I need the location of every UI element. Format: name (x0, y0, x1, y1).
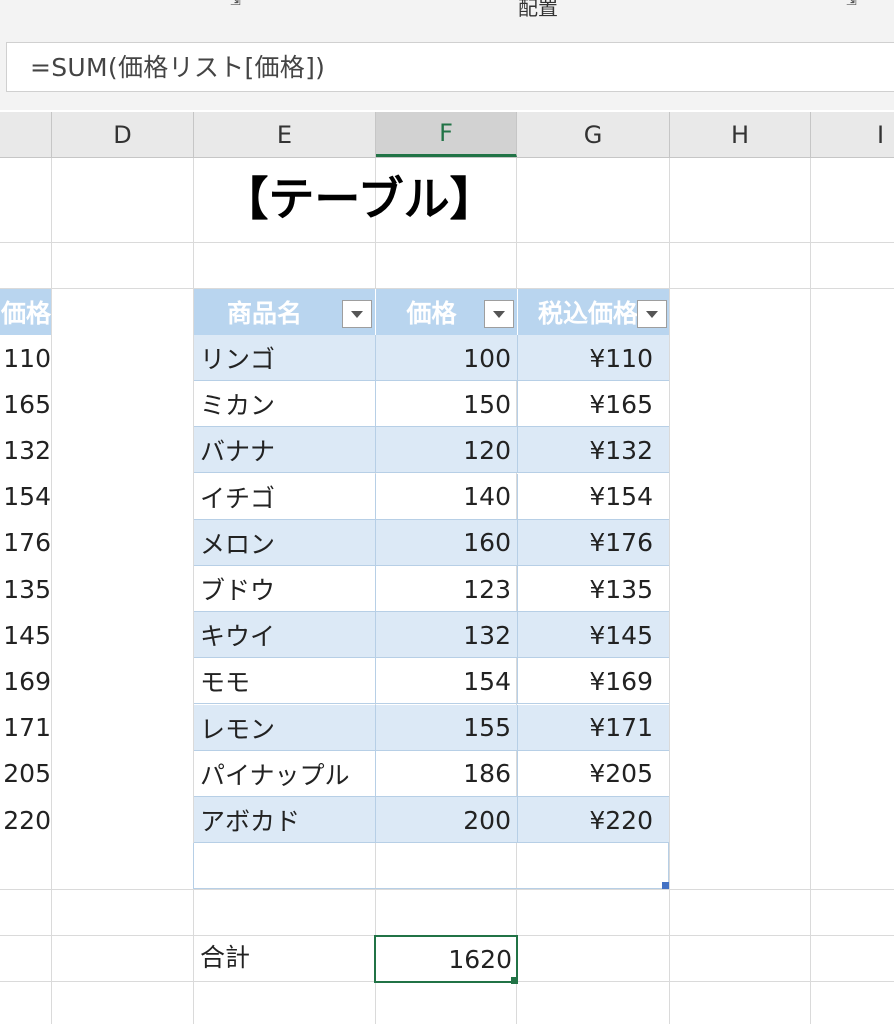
total-label[interactable]: 合計 (200, 938, 250, 974)
cell-price[interactable]: 140 (376, 473, 518, 520)
column-header-e[interactable]: E (194, 112, 376, 157)
cell-product-name[interactable]: キウイ (194, 612, 376, 659)
cell-product-name[interactable]: メロン (194, 519, 376, 566)
table-row: モモ 154 ¥169 (194, 658, 669, 705)
filter-dropdown-icon[interactable] (637, 300, 667, 328)
left-column-cell[interactable]: 154 (0, 474, 51, 520)
cell-product-name[interactable]: イチゴ (194, 473, 376, 520)
table-resize-handle[interactable] (662, 882, 669, 889)
table-row: メロン 160 ¥176 (194, 519, 669, 566)
cell-price[interactable]: 160 (376, 519, 518, 566)
table-row: バナナ 120 ¥132 (194, 427, 669, 474)
cell-price[interactable]: 150 (376, 381, 518, 428)
cell-product-name[interactable]: ブドウ (194, 566, 376, 612)
cell-tax-price[interactable]: ¥132 (518, 427, 669, 473)
sheet-title: 【テーブル】 (222, 172, 496, 226)
cell-product-name[interactable]: レモン (194, 704, 376, 751)
table-row: レモン 155 ¥171 (194, 704, 669, 751)
cell-product-name[interactable]: バナナ (194, 427, 376, 474)
table-row: リンゴ 100 ¥110 (194, 335, 669, 381)
column-header-c[interactable] (0, 112, 52, 157)
left-column-cell[interactable]: 171 (0, 705, 51, 751)
cell-price[interactable]: 120 (376, 427, 518, 474)
left-column-cell[interactable]: 169 (0, 658, 51, 704)
cell-price[interactable]: 100 (376, 335, 518, 381)
left-column-cell[interactable]: 176 (0, 520, 51, 566)
left-column-cell[interactable]: 110 (0, 335, 51, 381)
column-header-d[interactable]: D (52, 112, 194, 157)
table-row: ブドウ 123 ¥135 (194, 566, 669, 612)
cell-tax-price[interactable]: ¥176 (518, 520, 669, 566)
ribbon: ⇲ 配置 ⇲ (0, 0, 894, 21)
cell-product-name[interactable]: リンゴ (194, 335, 376, 381)
cell-product-name[interactable]: ミカン (194, 381, 376, 428)
cell-tax-price[interactable]: ¥171 (518, 705, 669, 751)
cell-tax-price[interactable]: ¥135 (518, 566, 669, 612)
table-empty-row[interactable] (193, 843, 669, 889)
left-column-cell[interactable]: 165 (0, 381, 51, 427)
cell-tax-price[interactable]: ¥154 (518, 474, 669, 520)
cell-price[interactable]: 154 (376, 658, 518, 705)
left-column-header[interactable]: 価格 (0, 289, 51, 335)
column-header-h[interactable]: H (670, 112, 811, 157)
cell-tax-price[interactable]: ¥145 (518, 612, 669, 658)
fill-handle[interactable] (511, 977, 518, 984)
table-row: ミカン 150 ¥165 (194, 381, 669, 428)
cell-product-name[interactable]: アボカド (194, 797, 376, 843)
left-column-cell[interactable]: 205 (0, 751, 51, 797)
left-column-cell[interactable]: 220 (0, 797, 51, 843)
cell-product-name[interactable]: パイナップル (194, 750, 376, 797)
filter-dropdown-icon[interactable] (484, 300, 514, 328)
dialog-launcher-icon[interactable]: ⇲ (846, 0, 862, 10)
table-header-row: 商品名 価格 税込価格 (194, 289, 669, 335)
ribbon-group-label: 配置 (518, 0, 558, 20)
table-row: アボカド 200 ¥220 (194, 797, 669, 843)
column-header-i[interactable]: I (811, 112, 894, 157)
cell-price[interactable]: 200 (376, 797, 518, 843)
dialog-launcher-icon[interactable]: ⇲ (230, 0, 246, 10)
cell-price[interactable]: 155 (376, 704, 518, 751)
cell-price[interactable]: 132 (376, 612, 518, 659)
left-column-cell[interactable]: 132 (0, 427, 51, 473)
cell-tax-price[interactable]: ¥169 (518, 658, 669, 704)
table-row: キウイ 132 ¥145 (194, 612, 669, 659)
filter-dropdown-icon[interactable] (342, 300, 372, 328)
cell-price[interactable]: 186 (376, 750, 518, 797)
table-row: イチゴ 140 ¥154 (194, 473, 669, 520)
left-column-cell[interactable]: 145 (0, 612, 51, 658)
cell-price[interactable]: 123 (376, 566, 518, 612)
total-cell[interactable]: 1620 (374, 935, 518, 983)
column-header-g[interactable]: G (517, 112, 670, 157)
cell-tax-price[interactable]: ¥220 (518, 797, 669, 843)
cell-tax-price[interactable]: ¥110 (518, 335, 669, 381)
cell-product-name[interactable]: モモ (194, 658, 376, 705)
cell-tax-price[interactable]: ¥165 (518, 381, 669, 427)
table-row: パイナップル 186 ¥205 (194, 750, 669, 797)
formula-text[interactable]: =SUM(価格リスト[価格]) (30, 48, 325, 84)
left-column-cell[interactable]: 135 (0, 566, 51, 612)
cell-tax-price[interactable]: ¥205 (518, 751, 669, 797)
column-header-f[interactable]: F (376, 112, 517, 157)
